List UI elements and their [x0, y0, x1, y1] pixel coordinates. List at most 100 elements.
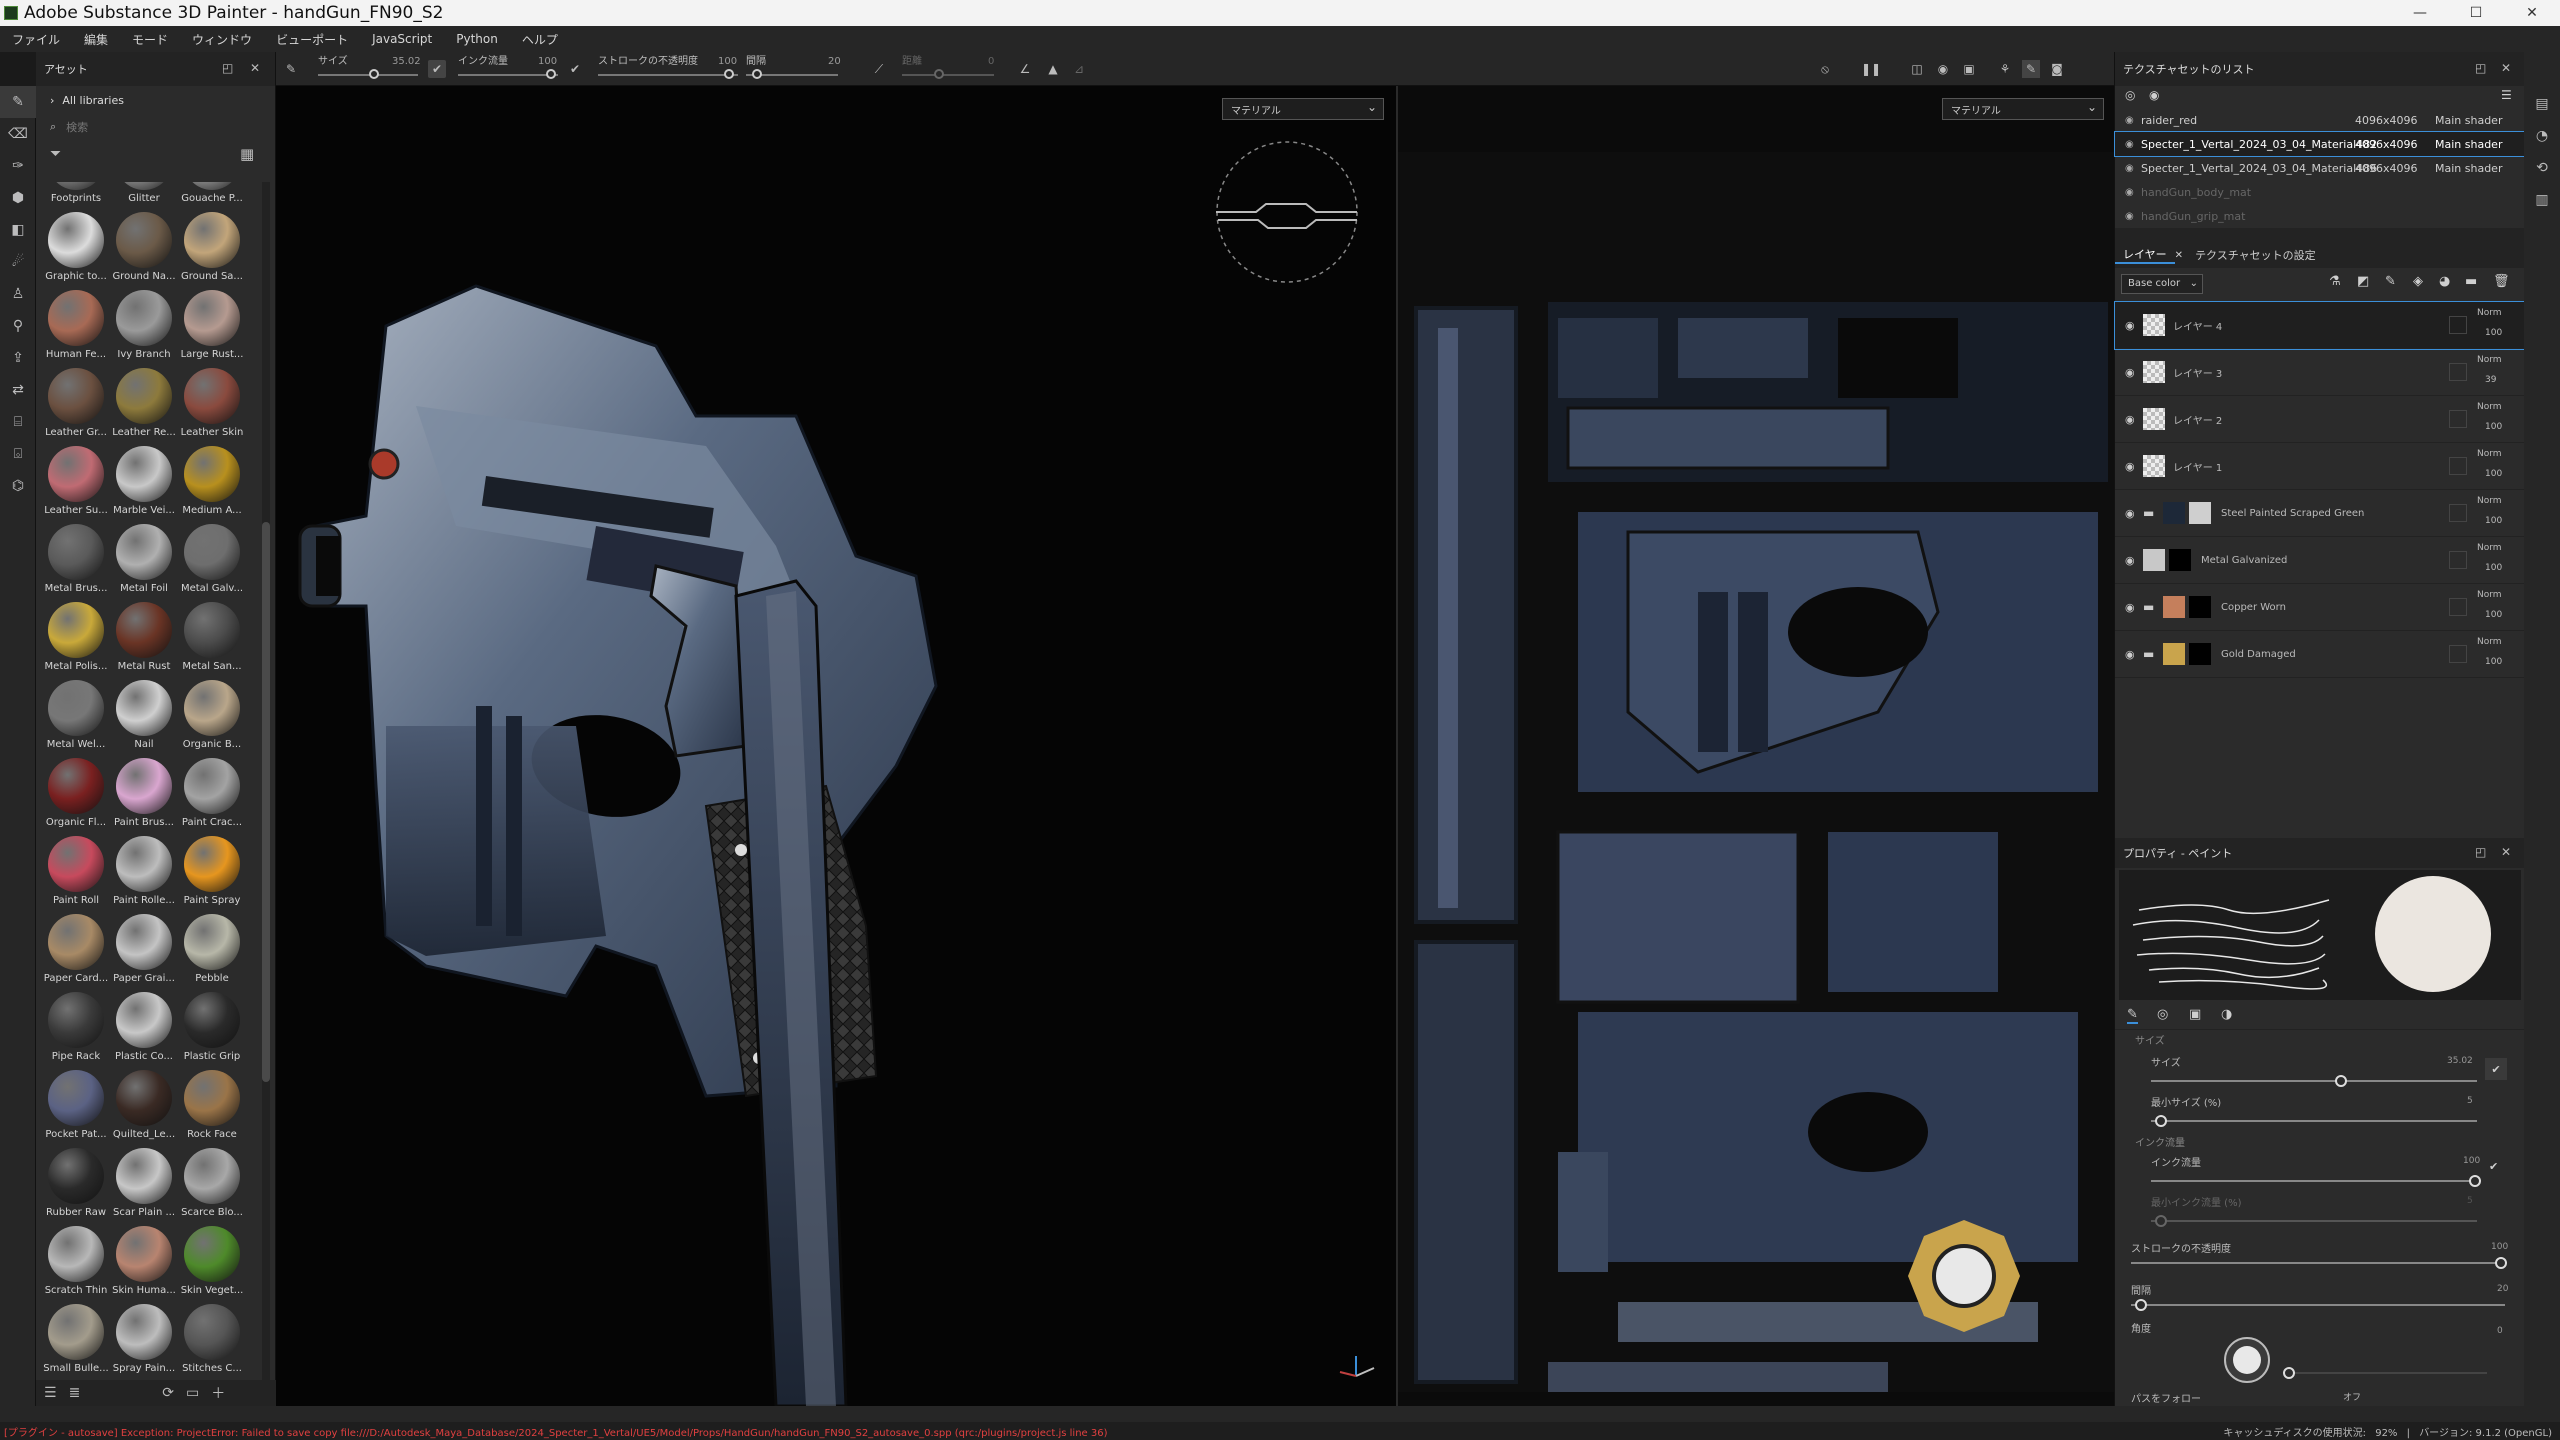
- folder-icon[interactable]: ▬: [2143, 600, 2154, 614]
- asset-item[interactable]: Nail: [110, 680, 178, 758]
- asset-item[interactable]: Paint Rolle...: [110, 836, 178, 914]
- shader-icon[interactable]: ⌬: [0, 470, 36, 502]
- clone-tool-icon[interactable]: ♙: [0, 278, 36, 310]
- layer-row[interactable]: ◉ レイヤー 3 Norm 39: [2115, 349, 2524, 396]
- texture-set-row[interactable]: ◉ raider_red 4096x4096 Main shader: [2115, 108, 2524, 132]
- add-folder-icon[interactable]: ▬: [2465, 274, 2477, 289]
- float-icon[interactable]: ◰: [2475, 845, 2486, 859]
- asset-item[interactable]: Skin Huma...: [110, 1226, 178, 1304]
- layer-mask[interactable]: [2189, 502, 2211, 524]
- flow-pressure-icon[interactable]: ✔: [566, 60, 584, 78]
- filter-icon[interactable]: ⏷: [50, 146, 61, 162]
- search-input[interactable]: ⌕ 検索: [36, 114, 275, 140]
- material-tab-icon[interactable]: ◎: [2157, 1007, 2168, 1022]
- eye-icon[interactable]: ◉: [2125, 115, 2141, 126]
- size-pressure-icon[interactable]: ✔: [2485, 1058, 2507, 1080]
- refresh-icon[interactable]: ⟳: [162, 1385, 174, 1401]
- layer-row[interactable]: ◉ ▬ Gold Damaged Norm 100: [2115, 631, 2524, 678]
- symmetry-mode-icon[interactable]: ⊿: [1070, 60, 1088, 78]
- alpha-tab-icon[interactable]: ▣: [2189, 1007, 2201, 1022]
- asset-item[interactable]: Large Rust...: [178, 290, 246, 368]
- color-wheel-widget[interactable]: [1904, 1216, 2024, 1336]
- symmetry-angle-icon[interactable]: ∠: [1016, 60, 1034, 78]
- asset-item[interactable]: Paint Brus...: [110, 758, 178, 836]
- menu-mode[interactable]: モード: [120, 31, 180, 48]
- stroke-opacity-slider[interactable]: [2131, 1262, 2505, 1264]
- layer-row[interactable]: ◉ レイヤー 2 Norm 100: [2115, 396, 2524, 443]
- layer-opacity[interactable]: 100: [2485, 516, 2502, 526]
- tb-flow-knob[interactable]: [546, 69, 556, 79]
- asset-item[interactable]: Metal San...: [178, 602, 246, 680]
- asset-item[interactable]: Gouache P...: [178, 182, 246, 212]
- tab-texture-set-settings[interactable]: テクスチャセットの設定: [2195, 247, 2316, 263]
- layer-mask[interactable]: [2169, 549, 2191, 571]
- flow-slider[interactable]: [2151, 1180, 2477, 1182]
- texture-set-row[interactable]: ◉ Specter_1_Vertal_2024_03_04_Material482…: [2114, 131, 2525, 157]
- layer-row[interactable]: ◉ ▬ Steel Painted Scraped Green Norm 100: [2115, 490, 2524, 537]
- lazy-mouse-icon[interactable]: ⟋: [870, 60, 888, 78]
- stencil-tab-icon[interactable]: ◑: [2221, 1007, 2232, 1022]
- asset-item[interactable]: Pipe Rack: [42, 992, 110, 1070]
- layer-row[interactable]: ◉ Metal Galvanized Norm 100: [2115, 537, 2524, 584]
- layer-opacity[interactable]: 100: [2485, 610, 2502, 620]
- eye-icon[interactable]: ◉: [2125, 648, 2135, 661]
- grid-view-icon[interactable]: ▦: [240, 145, 254, 163]
- angle-knob[interactable]: [2283, 1367, 2295, 1379]
- measure-icon[interactable]: ⌸: [0, 406, 36, 438]
- eye-icon[interactable]: ◉: [2125, 413, 2135, 426]
- asset-item[interactable]: Pocket Pat...: [42, 1070, 110, 1148]
- layer-mask[interactable]: [2189, 643, 2211, 665]
- angle-slider[interactable]: [2287, 1372, 2487, 1374]
- layer-color-box[interactable]: [2449, 363, 2467, 381]
- layer-color-box[interactable]: [2449, 598, 2467, 616]
- asset-item[interactable]: Metal Wel...: [42, 680, 110, 758]
- tab-layers[interactable]: レイヤー: [2115, 246, 2175, 264]
- min-flow-knob[interactable]: [2155, 1215, 2167, 1227]
- close-icon[interactable]: ✕: [2504, 0, 2560, 26]
- projection-tool-icon[interactable]: ✑: [0, 150, 36, 182]
- menu-help[interactable]: ヘルプ: [510, 31, 570, 48]
- flow-pressure-icon[interactable]: ✔: [2489, 1160, 2498, 1173]
- layer-color-box[interactable]: [2449, 645, 2467, 663]
- delete-icon[interactable]: 🗑: [2493, 274, 2510, 289]
- eye-icon[interactable]: ◉: [2149, 88, 2159, 102]
- eye-icon[interactable]: ◉: [2125, 187, 2141, 198]
- asset-item[interactable]: Organic Fl...: [42, 758, 110, 836]
- eye-icon[interactable]: ◉: [2125, 319, 2135, 332]
- layer-opacity[interactable]: 39: [2485, 375, 2496, 385]
- eye-icon[interactable]: ◉: [2125, 460, 2135, 473]
- layer-opacity[interactable]: 100: [2485, 328, 2502, 338]
- menu-edit[interactable]: 編集: [72, 31, 120, 48]
- texture-set-row[interactable]: ◉ handGun_body_mat: [2115, 180, 2524, 204]
- asset-item[interactable]: Skin Veget...: [178, 1226, 246, 1304]
- render-icon[interactable]: ◉: [1934, 60, 1952, 78]
- layer-blend-mode[interactable]: Norm: [2477, 496, 2502, 506]
- layer-blend-mode[interactable]: Norm: [2477, 402, 2502, 412]
- add-mask-icon[interactable]: ◩: [2357, 274, 2369, 289]
- asset-item[interactable]: Human Fe...: [42, 290, 110, 368]
- asset-item[interactable]: Organic B...: [178, 680, 246, 758]
- asset-item[interactable]: Ground Na...: [110, 212, 178, 290]
- library-selector[interactable]: › All libraries: [36, 86, 275, 114]
- eye-icon[interactable]: ◉: [2125, 601, 2135, 614]
- asset-item[interactable]: Scratch Thin: [42, 1226, 110, 1304]
- folder-icon[interactable]: ▬: [2143, 506, 2154, 520]
- eye-icon[interactable]: ◉: [2125, 554, 2135, 567]
- channel-dropdown[interactable]: Base color ⌄: [2121, 274, 2203, 294]
- color-picker-icon[interactable]: ⚲: [0, 310, 36, 342]
- menu-viewport[interactable]: ビューポート: [264, 31, 360, 48]
- menu-window[interactable]: ウィンドウ: [180, 31, 264, 48]
- asset-item[interactable]: Graphic to...: [42, 212, 110, 290]
- menu-file[interactable]: ファイル: [0, 31, 72, 48]
- menu-python[interactable]: Python: [444, 32, 510, 46]
- layer-opacity[interactable]: 100: [2485, 469, 2502, 479]
- display-settings-icon[interactable]: ◔: [2524, 120, 2560, 152]
- menu-javascript[interactable]: JavaScript: [360, 32, 444, 46]
- close-panel-icon[interactable]: ✕: [2501, 845, 2511, 859]
- tb-stroke-slider[interactable]: [598, 74, 738, 76]
- layer-blend-mode[interactable]: Norm: [2477, 590, 2502, 600]
- texture-set-icon[interactable]: ▤: [2524, 88, 2560, 120]
- asset-item[interactable]: Paint Roll: [42, 836, 110, 914]
- visibility-icon[interactable]: ◎: [2125, 88, 2135, 102]
- eye-icon[interactable]: ◉: [2125, 139, 2141, 150]
